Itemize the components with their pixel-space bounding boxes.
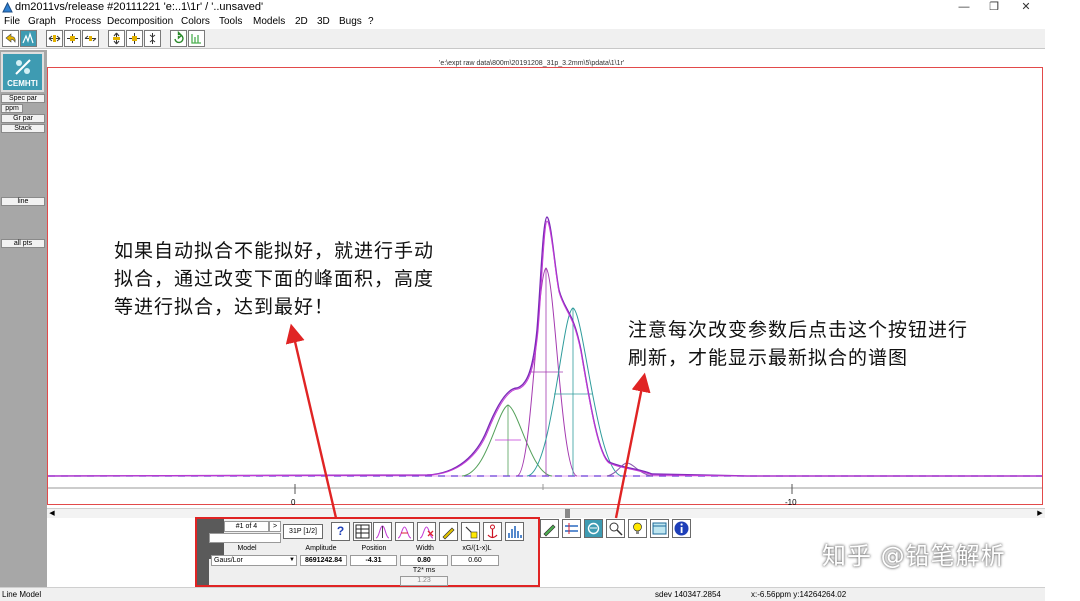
arrow-to-left-note: [285, 323, 338, 519]
arrow-to-right-note: [614, 372, 651, 519]
annotation-arrows: [285, 323, 651, 519]
watermark: 知乎 @铅笔解析: [822, 542, 1006, 570]
